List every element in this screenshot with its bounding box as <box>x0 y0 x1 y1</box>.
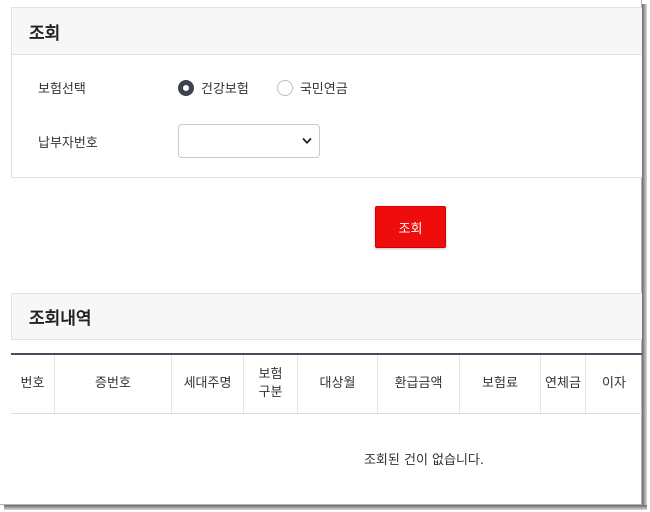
column-header-overdue: 연체금 <box>541 355 586 413</box>
radio-unselected-icon[interactable] <box>276 79 293 96</box>
column-header-card-number: 증번호 <box>55 355 172 413</box>
radio-selected-icon[interactable] <box>178 79 194 96</box>
column-header-premium: 보험료 <box>460 355 541 413</box>
search-panel-title: 조회 <box>12 8 642 55</box>
payer-number-label: 납부자번호 <box>38 135 98 151</box>
payer-number-select[interactable] <box>178 124 320 158</box>
insurance-select-row: 보험선택 건강보험 국민연금 <box>38 78 376 97</box>
results-table: 번호 증번호 세대주명 보험 구분 대상월 환급금액 보험료 연체금 이자 조회… <box>11 353 642 503</box>
column-header-interest: 이자 <box>602 376 626 391</box>
search-panel: 조회 보험선택 건강보험 국민연금 납부자번호 <box>11 7 642 178</box>
radio-national-pension[interactable]: 국민연금 <box>276 78 348 97</box>
chevron-down-icon <box>302 138 312 144</box>
search-button[interactable]: 조회 <box>375 206 446 248</box>
radio-national-pension-label: 국민연금 <box>299 82 348 97</box>
empty-results-message: 조회된 건이 없습니다. <box>363 453 485 468</box>
payer-number-row: 납부자번호 <box>38 124 320 158</box>
table-header-row: 번호 증번호 세대주명 보험 구분 대상월 환급금액 보험료 연체금 이자 <box>11 355 642 414</box>
results-title: 조회내역 <box>11 293 642 340</box>
frame-shadow-bottom <box>4 505 647 510</box>
column-header-target-month: 대상월 <box>298 355 378 413</box>
column-header-number: 번호 <box>11 355 55 413</box>
frame-shadow-right <box>642 4 647 508</box>
insurance-select-label: 보험선택 <box>38 82 86 97</box>
column-header-householder: 세대주명 <box>172 355 244 413</box>
insurance-radio-group: 건강보험 국민연금 <box>178 78 376 97</box>
radio-health-insurance-label: 건강보험 <box>201 82 249 97</box>
column-header-insurance-type: 보험 구분 <box>244 355 298 413</box>
radio-health-insurance[interactable]: 건강보험 <box>178 78 249 97</box>
column-header-refund-amount: 환급금액 <box>378 355 460 413</box>
